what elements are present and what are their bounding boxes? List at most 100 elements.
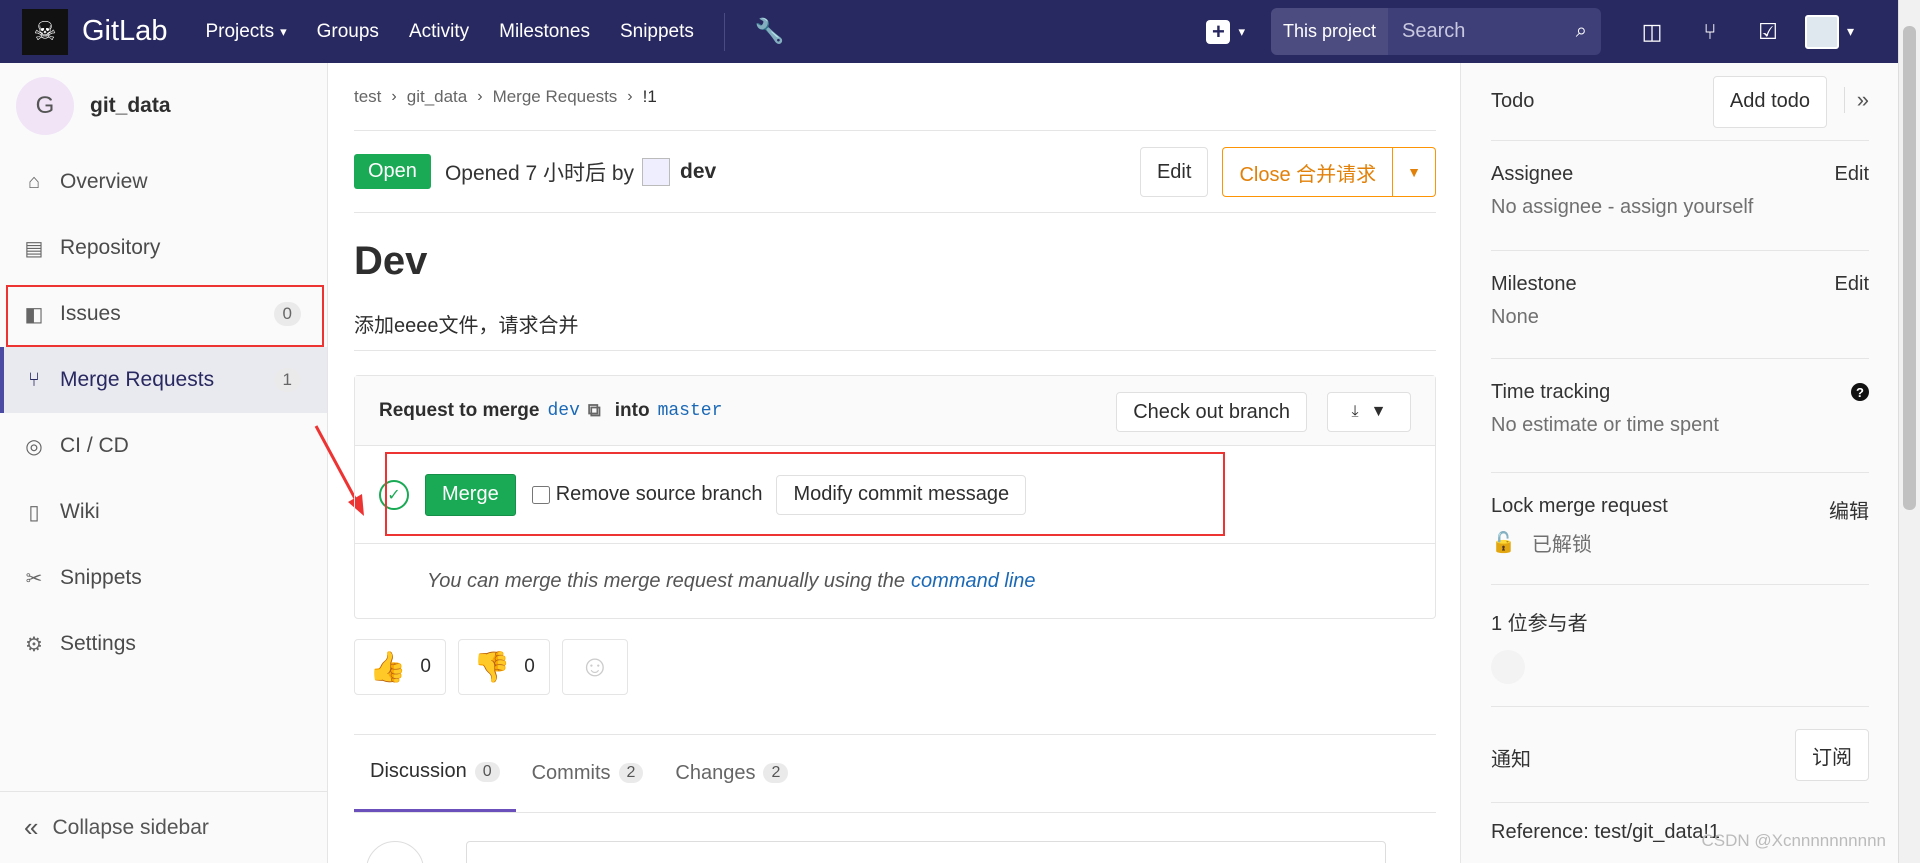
chevron-down-icon: ▾	[1238, 23, 1245, 39]
right-sidebar: Todo Add todo » Edit Assignee No assigne…	[1460, 63, 1898, 863]
assignee-value[interactable]: No assignee - assign yourself	[1491, 196, 1869, 219]
scissors-icon: ✂	[25, 567, 43, 590]
home-icon: ⌂	[27, 170, 41, 193]
search-input[interactable]	[1402, 20, 1553, 43]
rocket-icon: ◎	[25, 435, 43, 458]
tab-changes[interactable]: Changes 2	[659, 734, 804, 812]
caret-down-icon: ▼	[1370, 403, 1387, 420]
sidebar-item-repository[interactable]: ▤ Repository	[0, 215, 327, 281]
nav-groups[interactable]: Groups	[317, 21, 379, 43]
project-avatar: G	[16, 77, 74, 135]
merge-request-icon[interactable]: ⑂	[1681, 0, 1739, 63]
page-scrollbar[interactable]	[1898, 0, 1920, 863]
source-branch[interactable]: dev	[547, 401, 579, 421]
double-chevron-left-icon: «	[24, 812, 39, 842]
close-dropdown-button[interactable]: ▼	[1393, 147, 1436, 197]
subscribe-button[interactable]: 订阅	[1795, 729, 1869, 781]
book-icon: ▯	[28, 501, 40, 524]
merge-widget-header: Request to merge dev ⧉ into master Check…	[355, 376, 1435, 446]
todo-block: Todo Add todo »	[1491, 63, 1869, 141]
assignee-edit-link[interactable]: Edit	[1835, 163, 1869, 186]
download-dropdown-button[interactable]: ⤓ ▼	[1327, 392, 1411, 432]
sidebar-item-overview[interactable]: ⌂ Overview	[0, 149, 327, 215]
scrollbar-thumb[interactable]	[1903, 26, 1916, 510]
breadcrumb-item[interactable]: git_data	[407, 87, 468, 107]
sidebar-toggle-icon[interactable]: ◫	[1623, 0, 1681, 63]
command-line-link[interactable]: command line	[911, 570, 1036, 593]
user-avatar[interactable]	[1804, 14, 1839, 49]
navbar-right: + ▾ This project ⌕ ◫ ⑂ ☑ ▾	[1206, 0, 1898, 63]
thumbsup-award-button[interactable]: 👍 0	[354, 639, 446, 695]
edit-button[interactable]: Edit	[1139, 147, 1209, 197]
tab-count-badge: 2	[618, 763, 644, 783]
tab-count-badge: 0	[474, 761, 500, 782]
lock-edit-link[interactable]: 编辑	[1829, 495, 1869, 524]
new-dropdown-button[interactable]: + ▾	[1206, 19, 1245, 44]
breadcrumb-item[interactable]: test	[354, 87, 381, 107]
sidebar-item-merge-requests[interactable]: ⑂ Merge Requests 1	[0, 347, 327, 413]
merge-request-icon: ⑂	[28, 368, 40, 391]
tab-label: Changes	[675, 761, 756, 784]
search-bar: This project ⌕	[1270, 8, 1601, 55]
mr-header: Open Opened 7 小时后 by dev Edit Close 合并请求…	[354, 131, 1436, 213]
wrench-icon[interactable]: 🔧	[755, 17, 785, 46]
breadcrumb-item[interactable]: !1	[643, 87, 657, 107]
milestone-title: Milestone	[1491, 273, 1577, 295]
chevron-right-icon: ›	[391, 87, 397, 105]
status-badge: Open	[354, 154, 431, 189]
search-scope-label[interactable]: This project	[1270, 8, 1389, 55]
merge-requests-count-badge: 1	[273, 368, 301, 392]
thumbsdown-award-button[interactable]: 👎 0	[457, 639, 550, 695]
milestone-edit-link[interactable]: Edit	[1835, 273, 1869, 296]
checkout-branch-button[interactable]: Check out branch	[1116, 392, 1307, 432]
project-header[interactable]: G git_data	[0, 63, 327, 149]
todo-check-icon[interactable]: ☑	[1739, 0, 1797, 63]
nav-milestones[interactable]: Milestones	[499, 21, 590, 43]
tab-discussion[interactable]: Discussion 0	[354, 734, 516, 812]
sidebar-item-ci-cd[interactable]: ◎ CI / CD	[0, 413, 327, 479]
breadcrumb-item[interactable]: Merge Requests	[493, 87, 618, 107]
sidebar-item-settings[interactable]: ⚙ Settings	[0, 611, 327, 677]
brand-name[interactable]: GitLab	[82, 15, 167, 48]
help-icon[interactable]: ?	[1851, 383, 1869, 401]
highlight-box-merge-requests	[6, 285, 324, 347]
page-title: Dev	[354, 239, 428, 283]
expand-sidebar-icon[interactable]: »	[1843, 87, 1869, 113]
header-buttons: Edit Close 合并请求 ▼	[1139, 147, 1436, 197]
nav-snippets[interactable]: Snippets	[620, 21, 694, 43]
close-mr-button[interactable]: Close 合并请求	[1222, 147, 1394, 197]
target-branch[interactable]: master	[658, 401, 723, 421]
tab-label: Commits	[531, 761, 611, 784]
participants-title: 1 位参与者	[1491, 613, 1588, 635]
file-icon: ▤	[24, 237, 44, 260]
comment-input[interactable]	[466, 841, 1386, 863]
mr-description: 添加eeee文件，请求合并	[354, 309, 1436, 351]
author-avatar[interactable]	[642, 157, 671, 186]
copy-icon[interactable]: ⧉	[588, 400, 601, 421]
nav-activity[interactable]: Activity	[409, 21, 469, 43]
award-emoji-bar: 👍 0 👎 0 ☺	[354, 639, 1436, 735]
sidebar-item-wiki[interactable]: ▯ Wiki	[0, 479, 327, 545]
lock-title: Lock merge request	[1491, 495, 1668, 517]
participant-avatar[interactable]	[1491, 650, 1525, 684]
chevron-down-icon: ▾	[280, 23, 287, 39]
chevron-right-icon: ›	[627, 87, 633, 105]
top-navbar: ☠ GitLab Projects ▾ Groups Activity Miles…	[0, 0, 1898, 63]
nav-projects[interactable]: Projects ▾	[205, 21, 286, 43]
chevron-down-icon[interactable]: ▾	[1847, 23, 1854, 40]
assignee-title: Assignee	[1491, 163, 1574, 185]
author-name[interactable]: dev	[680, 160, 716, 184]
tab-commits[interactable]: Commits 2	[516, 734, 660, 812]
add-reaction-button[interactable]: ☺	[561, 639, 628, 695]
time-tracking-title: Time tracking	[1491, 381, 1611, 403]
search-field: ⌕	[1388, 8, 1601, 55]
left-sidebar: G git_data ⌂ Overview ▤ Repository ◧ Issues…	[0, 63, 328, 863]
search-icon[interactable]: ⌕	[1576, 20, 1587, 43]
collapse-sidebar-button[interactable]: «Collapse sidebar	[0, 791, 328, 863]
assignee-block: Edit Assignee No assignee - assign yours…	[1491, 141, 1869, 251]
sidebar-item-snippets[interactable]: ✂ Snippets	[0, 545, 327, 611]
gitlab-logo-icon[interactable]: ☠	[22, 8, 68, 55]
merge-actions: ✓ Merge Remove source branch Modify comm…	[355, 446, 1435, 544]
caret-down-icon: ▼	[1407, 164, 1421, 180]
add-todo-button[interactable]: Add todo	[1712, 75, 1827, 128]
